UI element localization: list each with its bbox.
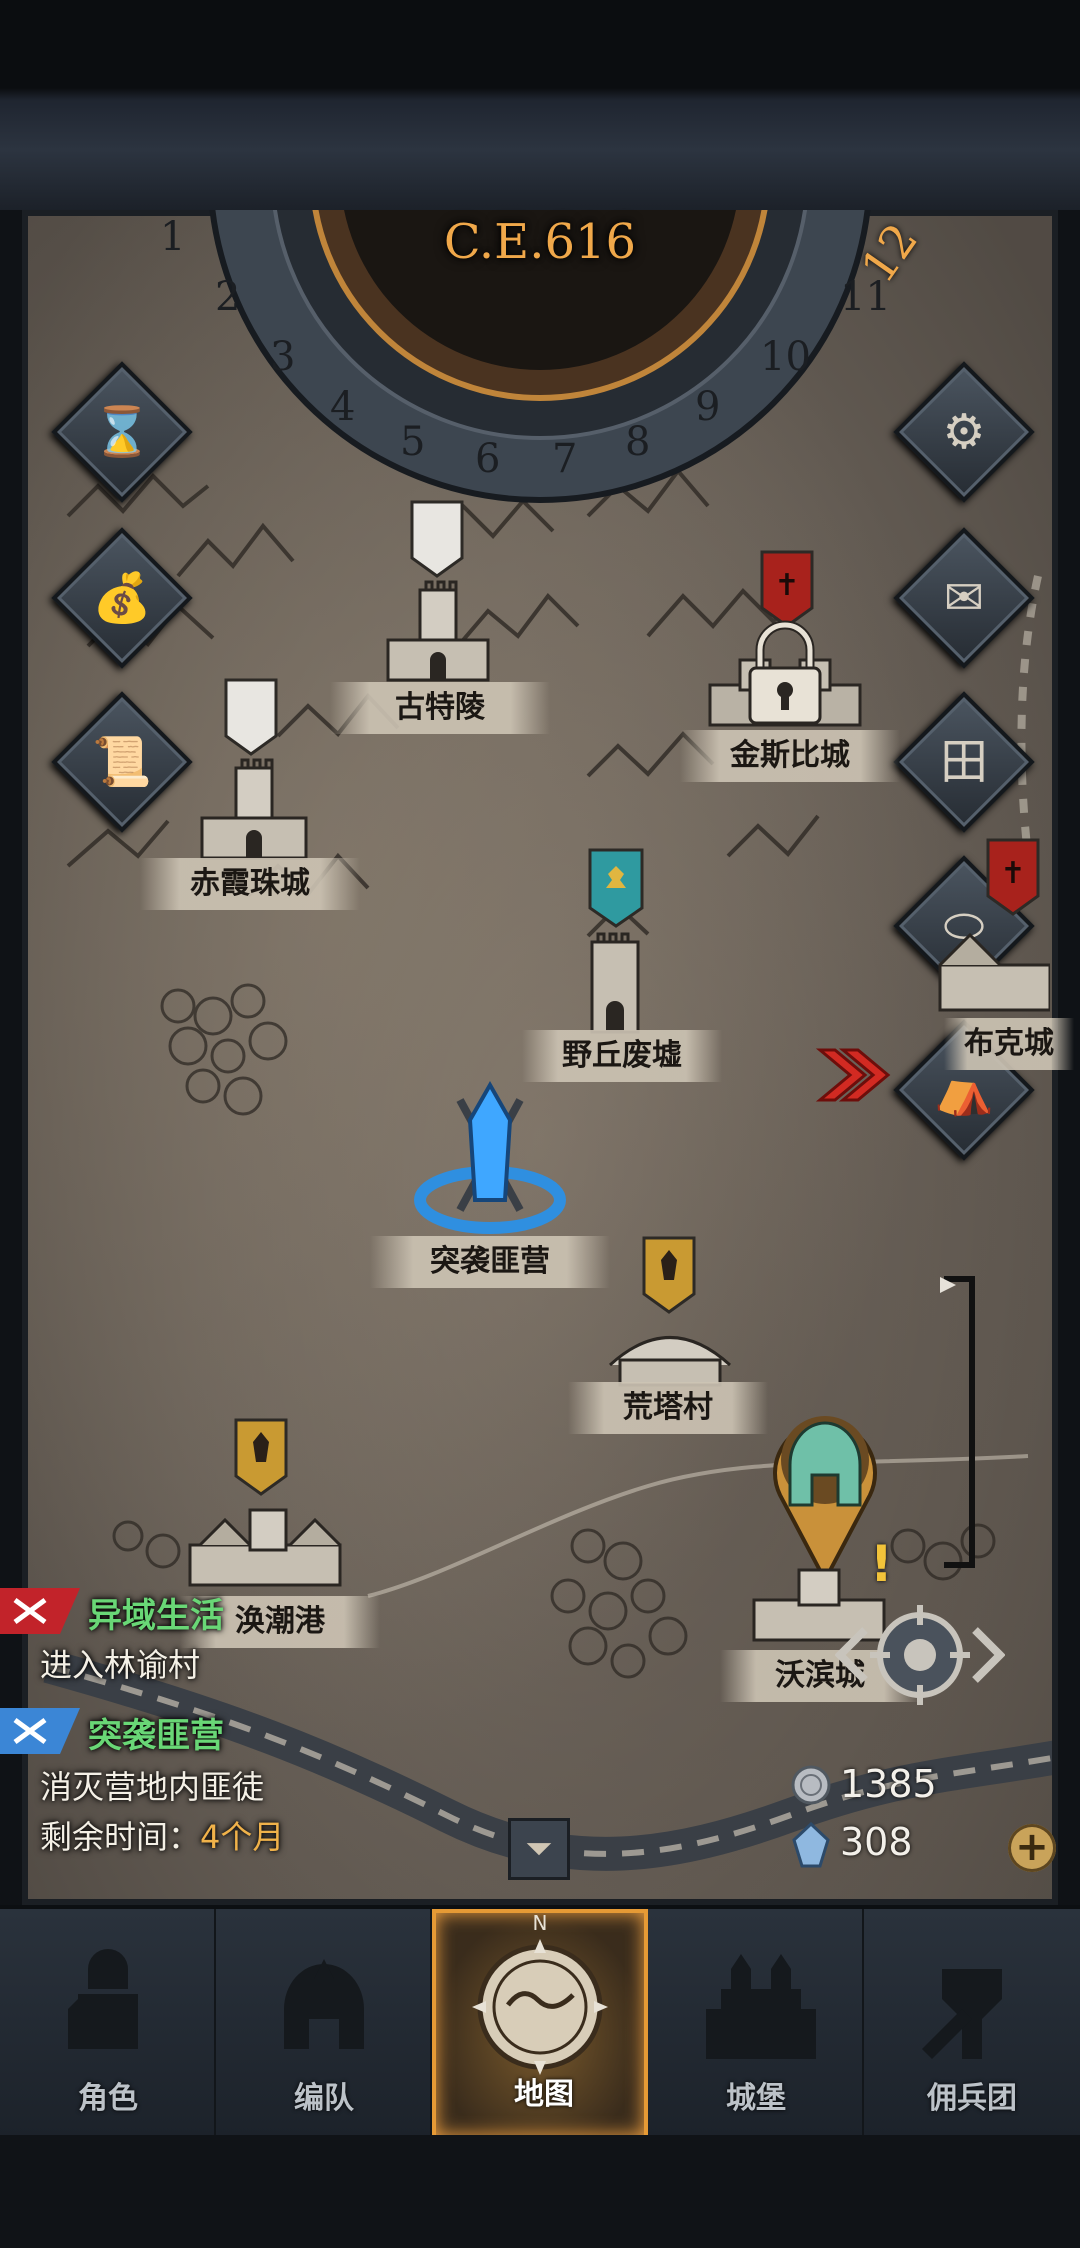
crystal-amount: 308 — [840, 1820, 913, 1864]
teal-banner-icon — [588, 848, 644, 928]
nav-item-castle[interactable]: 城堡 — [648, 1909, 864, 2139]
mail-icon: ✉ — [943, 570, 985, 626]
locked-castle-icon[interactable] — [700, 620, 870, 730]
gold-banner-icon — [642, 1236, 696, 1314]
quest-title[interactable]: 异域生活 — [88, 1588, 224, 1637]
red-banner-icon: ✝ — [986, 838, 1040, 916]
gear-icon: ⚙ — [942, 404, 986, 460]
system-bar — [0, 2135, 1080, 2248]
town-label-yeqiu[interactable]: 野丘废墟 — [522, 1030, 722, 1082]
quest-desc: 消灭营地内匪徒 — [40, 1768, 265, 1806]
month-label: 2 — [215, 274, 240, 320]
castle-icon[interactable] — [930, 915, 1050, 1015]
red-banner-icon: ✝ — [760, 550, 814, 628]
silver-coin-icon — [791, 1765, 831, 1805]
crystal-icon — [792, 1822, 830, 1868]
nav-label: 角色 — [78, 2081, 138, 2116]
helmet-icon — [284, 1959, 364, 2049]
town-label-raid-camp[interactable]: 突袭匪营 — [370, 1236, 610, 1288]
hourglass-icon: ⌛ — [92, 404, 152, 460]
raid-camp-marker-icon[interactable] — [410, 1080, 570, 1250]
knight-icon — [68, 1949, 138, 2049]
nav-label: 编队 — [294, 2081, 354, 2116]
tavern-icon: ⛺ — [934, 1062, 994, 1118]
castle-icon[interactable] — [378, 580, 498, 685]
quest-time-row: 剩余时间：4个月 — [40, 1812, 284, 1858]
month-label: 8 — [625, 419, 650, 465]
month-label: 5 — [400, 419, 425, 465]
top-bar — [0, 0, 1080, 210]
month-label: 10 — [760, 334, 811, 380]
svg-text:✝: ✝ — [1000, 856, 1025, 891]
silver-amount: 1385 — [840, 1762, 937, 1806]
month-label: 3 — [270, 334, 295, 380]
town-label-chixiazhu[interactable]: 赤霞珠城 — [140, 858, 360, 910]
quest-time-label: 剩余时间： — [40, 1818, 201, 1856]
month-label: 9 — [695, 384, 720, 430]
month-label: 1 — [160, 214, 185, 260]
village-icon[interactable] — [600, 1310, 740, 1390]
month-label: 4 — [330, 384, 355, 430]
compass-north-letter: N — [532, 1911, 548, 1935]
locate-button[interactable] — [835, 1595, 1005, 1715]
collapse-icon: ⏷ — [525, 1829, 553, 1869]
svg-text:✝: ✝ — [774, 568, 799, 603]
white-banner-icon — [410, 500, 464, 578]
nav-label: 城堡 — [726, 2081, 786, 2116]
town-label-huangta[interactable]: 荒塔村 — [568, 1382, 768, 1434]
window-icon: 田 — [939, 734, 988, 790]
nav-item-formation[interactable]: 编队 — [216, 1909, 432, 2139]
quest-desc: 进入林谕村 — [40, 1646, 201, 1684]
compass-map-icon — [472, 1939, 608, 2075]
quest-tag-blue-icon — [0, 1708, 80, 1754]
white-banner-icon — [224, 678, 278, 756]
calendar-year: C.E.616 — [443, 214, 637, 270]
bottom-nav: 角色 编队 N 地图 城堡 佣兵团 — [0, 1905, 1080, 2139]
castle-icon[interactable] — [194, 758, 314, 863]
nav-item-map[interactable]: N 地图 — [432, 1909, 648, 2139]
nav-label: 佣兵团 — [927, 2081, 1017, 2116]
collapse-button[interactable]: ⏷ — [508, 1818, 570, 1880]
town-label-gutling[interactable]: 古特陵 — [330, 682, 550, 734]
red-chevron-icon[interactable] — [815, 1040, 895, 1110]
nav-label: 地图 — [514, 2077, 574, 2112]
nav-item-mercenary[interactable]: 佣兵团 — [864, 1909, 1080, 2139]
port-town-icon[interactable] — [180, 1490, 350, 1590]
mercenary-icon — [922, 1969, 1002, 2059]
gold-banner-icon — [234, 1418, 288, 1496]
zoom-slider[interactable] — [940, 1275, 980, 1570]
month-label: 6 — [475, 436, 500, 482]
castle-icon — [706, 1954, 816, 2059]
town-label-kingsby[interactable]: 金斯比城 — [680, 730, 900, 782]
quest-tag-red-icon — [0, 1588, 80, 1634]
month-label: 7 — [552, 436, 577, 482]
ruin-tower-icon[interactable] — [578, 928, 654, 1038]
scroll-icon: 📜 — [92, 734, 152, 790]
quest-title[interactable]: 突袭匪营 — [88, 1708, 224, 1757]
town-label-buke[interactable]: 布克城 — [944, 1018, 1074, 1070]
nav-item-character[interactable]: 角色 — [0, 1909, 216, 2139]
add-currency-button[interactable]: + — [1008, 1824, 1056, 1872]
coin-bag-icon: 💰 — [92, 570, 152, 626]
quest-time-value: 4个月 — [200, 1818, 285, 1856]
